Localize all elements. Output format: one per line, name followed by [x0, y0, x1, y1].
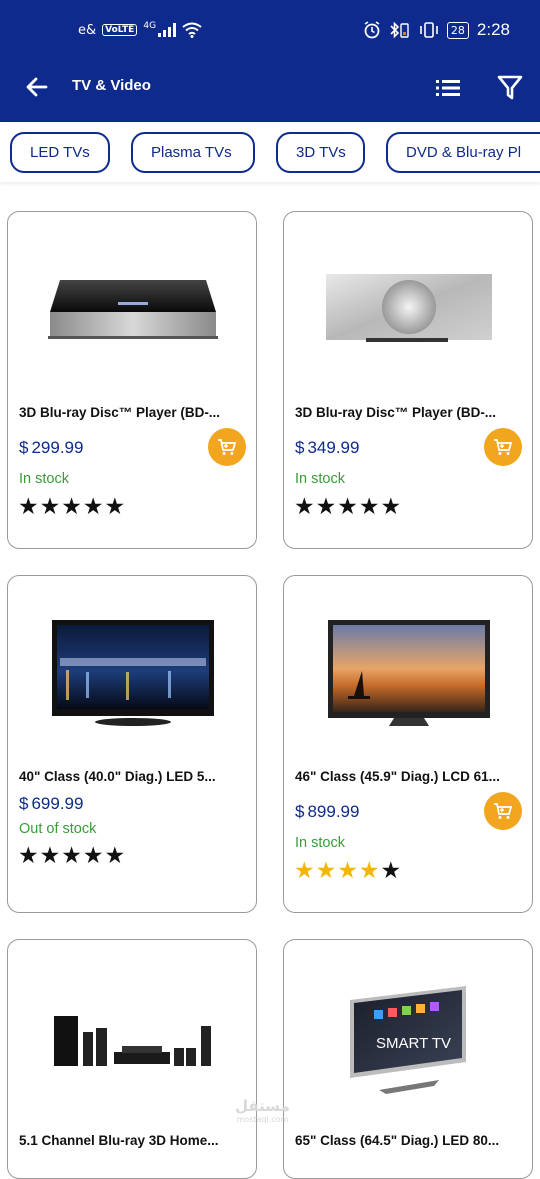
product-name[interactable]: 5.1 Channel Blu-ray 3D Home...: [19, 1133, 251, 1148]
star-icon: ★: [358, 494, 380, 520]
status-left: e& VoLTE 4G: [78, 21, 202, 38]
product-name[interactable]: 46" Class (45.9" Diag.) LCD 61...: [295, 769, 527, 784]
star-icon: ★: [294, 858, 315, 884]
product-card[interactable]: 46" Class (45.9" Diag.) LCD 61... $899.9…: [283, 575, 533, 913]
page-title: TV & Video: [72, 77, 151, 94]
product-card[interactable]: 3D Blu-ray Disc™ Player (BD-... $349.99 …: [283, 211, 533, 549]
wifi-icon: [182, 22, 202, 38]
price-value: 699.99: [31, 794, 84, 813]
currency-symbol: $: [295, 802, 305, 821]
volte-badge: VoLTE: [102, 24, 138, 36]
star-icon: ★: [61, 494, 82, 520]
watermark-arabic: مستقل: [235, 1097, 290, 1115]
vibrate-icon: [420, 22, 438, 38]
lcd-tv-image: [328, 620, 490, 726]
alarm-icon: [364, 21, 380, 39]
status-bar: e& VoLTE 4G 28 2:28: [0, 0, 540, 60]
price-value: 899.99: [307, 802, 360, 821]
star-icon: ★: [380, 858, 402, 884]
stock-status: In stock: [295, 471, 345, 487]
battery-indicator: 28: [446, 21, 469, 39]
network-label: 4G: [143, 21, 157, 31]
star-icon: ★: [61, 843, 82, 869]
star-icon: ★: [82, 843, 104, 869]
product-name[interactable]: 65" Class (64.5" Diag.) LED 80...: [295, 1133, 527, 1148]
rating-stars: ★ ★ ★ ★ ★: [294, 860, 401, 883]
product-card[interactable]: 40" Class (40.0" Diag.) LED 5... $699.99…: [7, 575, 257, 913]
bluray-player-image: [48, 280, 218, 339]
add-to-cart-button[interactable]: [484, 792, 522, 830]
header: e& VoLTE 4G 28 2:28 TV & Video: [0, 0, 540, 122]
star-icon: ★: [104, 494, 126, 520]
product-card[interactable]: SMART TV 65" Class (64.5" Diag.) LED 80.…: [283, 939, 533, 1179]
currency-symbol: $: [19, 438, 29, 457]
star-icon: ★: [39, 494, 61, 520]
star-icon: ★: [39, 843, 61, 869]
star-icon: ★: [294, 494, 315, 520]
cart-icon: [494, 803, 513, 819]
smart-tv-screen-text: SMART TV: [376, 1035, 451, 1052]
add-to-cart-button[interactable]: [208, 428, 246, 466]
led-tv-image: [52, 620, 214, 726]
arrow-left-icon[interactable]: [22, 72, 52, 102]
star-icon: ★: [337, 494, 358, 520]
product-card[interactable]: 3D Blu-ray Disc™ Player (BD-... $299.99 …: [7, 211, 257, 549]
product-price: $899.99: [295, 802, 359, 822]
product-price: $699.99: [19, 794, 83, 814]
status-right: 28 2:28: [363, 20, 510, 40]
signal-icon: [158, 23, 177, 37]
chip-led-tvs[interactable]: LED TVs: [10, 132, 110, 173]
watermark-latin: mostaql.com: [236, 1115, 289, 1124]
chip-3d-tvs[interactable]: 3D TVs: [276, 132, 365, 173]
product-card[interactable]: 5.1 Channel Blu-ray 3D Home...: [7, 939, 257, 1179]
stock-status: In stock: [295, 835, 345, 851]
product-price: $349.99: [295, 438, 359, 458]
star-icon: ★: [18, 843, 39, 869]
battery-level: 28: [450, 23, 465, 37]
smart-tv-image: SMART TV: [350, 986, 466, 1094]
star-icon: ★: [337, 858, 358, 884]
stock-status: Out of stock: [19, 821, 97, 837]
rating-stars: ★ ★ ★ ★ ★: [18, 496, 125, 519]
currency-symbol: $: [19, 794, 29, 813]
rating-stars: ★ ★ ★ ★ ★: [18, 845, 125, 868]
product-price: $299.99: [19, 438, 83, 458]
watermark: مستقل mostaql.com: [235, 1097, 290, 1124]
rating-stars: ★ ★ ★ ★ ★: [294, 496, 401, 519]
currency-symbol: $: [295, 438, 305, 457]
app-bar: TV & Video: [0, 60, 540, 122]
filter-icon[interactable]: [496, 72, 524, 102]
star-icon: ★: [18, 494, 39, 520]
product-name[interactable]: 3D Blu-ray Disc™ Player (BD-...: [19, 405, 251, 420]
price-value: 299.99: [31, 438, 84, 457]
star-icon: ★: [358, 858, 380, 884]
home-theater-image: [54, 1016, 211, 1066]
bluray-player-image: [326, 274, 492, 342]
price-value: 349.99: [307, 438, 360, 457]
carrier-label: e&: [78, 22, 97, 38]
bluetooth-battery-icon: [390, 21, 409, 39]
star-icon: ★: [380, 494, 402, 520]
star-icon: ★: [315, 494, 337, 520]
product-name[interactable]: 3D Blu-ray Disc™ Player (BD-...: [295, 405, 527, 420]
list-view-icon[interactable]: [434, 74, 464, 102]
chip-dvd-bluray[interactable]: DVD & Blu-ray Pl: [386, 132, 540, 173]
cart-icon: [494, 439, 513, 455]
product-name[interactable]: 40" Class (40.0" Diag.) LED 5...: [19, 769, 251, 784]
category-chips: LED TVs Plasma TVs 3D TVs DVD & Blu-ray …: [0, 122, 540, 182]
add-to-cart-button[interactable]: [484, 428, 522, 466]
stock-status: In stock: [19, 471, 69, 487]
star-icon: ★: [82, 494, 104, 520]
chip-plasma-tvs[interactable]: Plasma TVs: [131, 132, 255, 173]
clock: 2:28: [476, 20, 510, 39]
cart-icon: [218, 439, 237, 455]
star-icon: ★: [315, 858, 337, 884]
star-icon: ★: [104, 843, 126, 869]
